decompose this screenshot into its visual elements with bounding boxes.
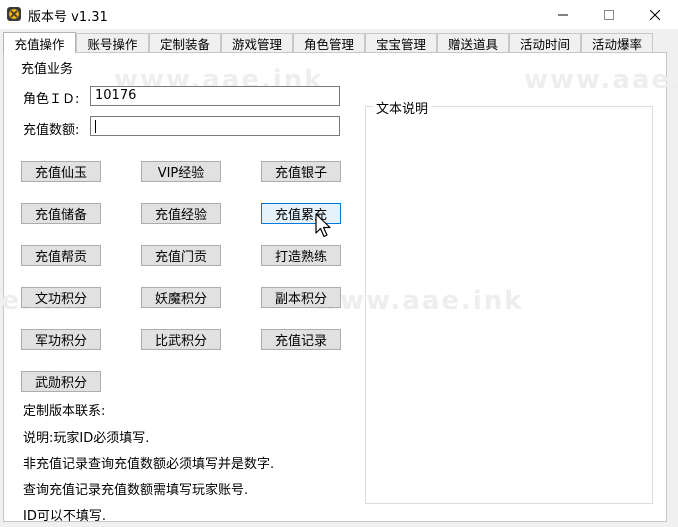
text-caret [95,120,96,133]
vip-exp-button[interactable]: VIP经验 [141,161,221,182]
text-description-title: 文本说明 [373,98,432,117]
tab-pet-management[interactable]: 宝宝管理 [365,33,437,52]
role-id-input[interactable]: 10176 [90,86,340,106]
minimize-button[interactable] [540,0,586,29]
note-line: 非充值记录查询充值数额必须填写并是数字. [23,457,275,472]
watermark: www.aae.ink [524,65,678,95]
recharge-reserve-button[interactable]: 充值储备 [21,203,101,224]
dungeon-points-button[interactable]: 副本积分 [261,287,341,308]
role-id-label: 角色ＩＤ: [23,92,80,107]
martial-merit-points-button[interactable]: 武勋积分 [21,371,101,392]
tab-event-droprate[interactable]: 活动爆率 [581,33,653,52]
recharge-guild-contribution-button[interactable]: 充值帮贡 [21,245,101,266]
tab-game-management[interactable]: 游戏管理 [221,33,293,52]
minimize-icon [558,14,568,15]
tab-gift-items[interactable]: 赠送道具 [437,33,509,52]
recharge-exp-button[interactable]: 充值经验 [141,203,221,224]
tab-role-management[interactable]: 角色管理 [293,33,365,52]
note-line: ID可以不填写. [23,509,106,524]
app-icon [7,7,21,21]
recharge-records-button[interactable]: 充值记录 [261,329,341,350]
demon-points-button[interactable]: 妖魔积分 [141,287,221,308]
window-title: 版本号 v1.31 [28,10,108,25]
group-title: 充值业务 [21,62,74,77]
recharge-sect-contribution-button[interactable]: 充值门贡 [141,245,221,266]
maximize-button[interactable] [586,0,632,29]
note-line: 查询充值记录充值数额需填写玩家账号. [23,483,249,498]
maximize-icon [604,9,614,20]
text-description-panel[interactable] [365,106,653,504]
close-icon [650,9,660,20]
amount-label: 充值数额: [23,123,80,138]
tab-custom-equipment[interactable]: 定制装备 [149,33,221,52]
amount-input[interactable] [90,116,340,136]
tab-recharge[interactable]: 充值操作 [3,32,76,53]
mouse-cursor-icon [315,213,331,238]
tab-event-time[interactable]: 活动时间 [509,33,581,52]
title-bar: 版本号 v1.31 [0,0,678,29]
note-line: 说明:玩家ID必须填写. [23,431,150,446]
note-line: 定制版本联系: [23,404,106,419]
forging-proficiency-button[interactable]: 打造熟练 [261,245,341,266]
recharge-xianyu-button[interactable]: 充值仙玉 [21,161,101,182]
civil-merit-points-button[interactable]: 文功积分 [21,287,101,308]
recharge-silver-button[interactable]: 充值银子 [261,161,341,182]
military-merit-points-button[interactable]: 军功积分 [21,329,101,350]
arena-points-button[interactable]: 比武积分 [141,329,221,350]
tab-account[interactable]: 账号操作 [76,33,149,52]
close-button[interactable] [632,0,678,29]
